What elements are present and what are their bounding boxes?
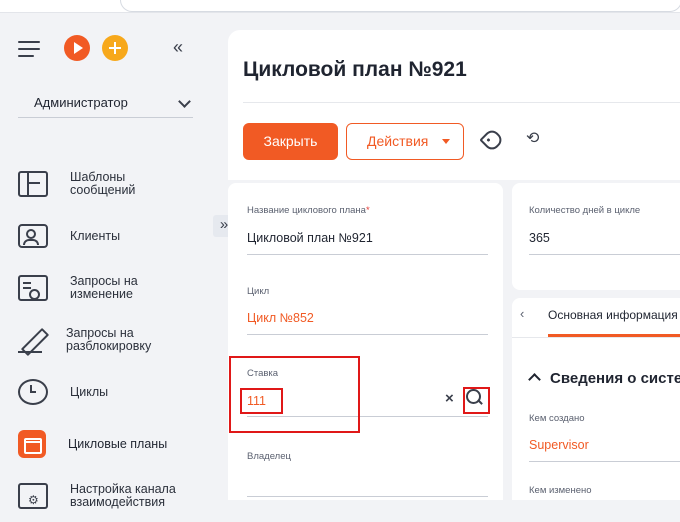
sidebar-item-label: Клиенты xyxy=(70,228,121,243)
sidebar-top: « xyxy=(18,35,198,63)
details-card xyxy=(512,298,680,500)
clear-icon[interactable]: × xyxy=(445,391,454,406)
sidebar-item-label: Цикловые планы xyxy=(68,436,168,451)
sidebar-item-cycles[interactable]: Циклы xyxy=(18,366,203,418)
document-search-icon xyxy=(18,275,48,301)
refresh-icon[interactable]: ⟲ xyxy=(526,131,539,147)
sidebar-item-label: Запросы на разблокировку xyxy=(66,326,152,353)
owner-field-underline xyxy=(247,496,488,497)
user-icon xyxy=(18,224,48,248)
cycle-field-underline xyxy=(247,334,488,335)
sidebar-item-label: Запросы на изменение xyxy=(70,274,138,301)
active-tab-indicator xyxy=(548,334,680,337)
actions-button-label: Действия xyxy=(367,133,429,149)
rate-value-highlight xyxy=(240,388,283,414)
created-by-label: Кем создано xyxy=(529,413,585,424)
cycle-field-label: Цикл xyxy=(247,286,270,297)
name-field-value[interactable]: Цикловой план №921 xyxy=(247,231,373,245)
required-mark: * xyxy=(365,205,370,216)
created-by-underline xyxy=(529,461,680,462)
calendar-icon xyxy=(18,430,46,458)
modified-by-label: Кем изменено xyxy=(529,485,592,496)
menu-icon[interactable] xyxy=(18,41,40,57)
actions-button[interactable]: Действия xyxy=(346,123,464,160)
name-field-label: Название циклового плана* xyxy=(247,205,370,216)
created-by-link[interactable]: Supervisor xyxy=(529,438,589,452)
days-field-value[interactable]: 365 xyxy=(529,231,550,245)
search-icon-highlight xyxy=(463,387,490,414)
top-search-pill[interactable] xyxy=(120,0,680,12)
section-system-info-title[interactable]: Сведения о системе xyxy=(550,370,680,387)
sidebar-item-label: Настройка канала взаимодействия xyxy=(70,482,176,509)
sidebar-item-label: Циклы xyxy=(70,384,109,399)
sidebar-item-label: Шаблоны сообщений xyxy=(70,170,136,197)
sidebar-item-change-requests[interactable]: Запросы на изменение xyxy=(18,262,203,314)
sidebar-item-cycle-plans[interactable]: Цикловые планы xyxy=(18,418,203,470)
cycle-field-link[interactable]: Цикл №852 xyxy=(247,311,314,325)
add-icon[interactable] xyxy=(102,35,128,61)
sidebar-item-channel-settings[interactable]: Настройка канала взаимодействия xyxy=(18,470,203,522)
role-select[interactable]: Администратор xyxy=(18,89,193,118)
owner-field-label: Владелец xyxy=(247,451,291,462)
pencil-icon xyxy=(18,327,44,353)
sidebar: « Администратор Шаблоны сообщений Клиент… xyxy=(0,13,205,509)
play-icon[interactable] xyxy=(64,35,90,61)
tab-divider xyxy=(512,337,680,338)
tab-scroll-left-icon[interactable]: ‹ xyxy=(520,306,524,321)
sidebar-nav: Шаблоны сообщений Клиенты Запросы на изм… xyxy=(18,158,203,522)
sidebar-item-clients[interactable]: Клиенты xyxy=(18,210,203,262)
clock-icon xyxy=(18,379,48,405)
collapse-sidebar-icon[interactable]: « xyxy=(173,37,183,58)
page-title: Цикловой план №921 xyxy=(243,58,467,81)
days-field-underline xyxy=(529,254,680,255)
name-field-underline xyxy=(247,254,488,255)
days-field-label: Количество дней в цикле xyxy=(529,205,641,216)
templates-icon xyxy=(18,171,48,197)
sidebar-item-message-templates[interactable]: Шаблоны сообщений xyxy=(18,158,203,210)
caret-down-icon xyxy=(442,139,450,144)
role-select-value: Администратор xyxy=(34,95,128,110)
top-strip xyxy=(0,0,680,13)
settings-document-icon xyxy=(18,483,48,509)
sidebar-item-unblock-requests[interactable]: Запросы на разблокировку xyxy=(18,314,203,366)
close-button[interactable]: Закрыть xyxy=(243,123,338,160)
header-divider xyxy=(243,102,680,103)
tab-main-info[interactable]: Основная информация xyxy=(548,308,680,322)
chevron-down-icon xyxy=(178,95,191,108)
